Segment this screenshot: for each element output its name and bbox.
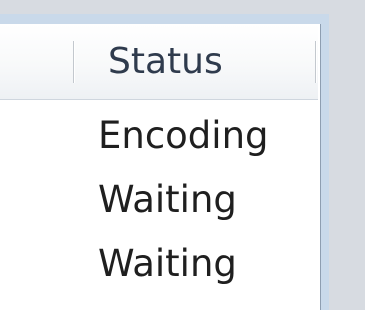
column-header-status[interactable]: Status — [75, 24, 315, 99]
list-row[interactable]: Waiting — [0, 228, 318, 292]
list-row[interactable]: Waiting — [0, 164, 318, 228]
queue-list-view[interactable]: Status Encoding Waiting Waiting — [0, 24, 321, 310]
column-header-status-label: Status — [108, 41, 223, 82]
list-row[interactable]: Encoding — [0, 100, 318, 164]
column-header-name[interactable] — [0, 24, 73, 99]
status-cell: Waiting — [98, 242, 237, 285]
window: Status Encoding Waiting Waiting — [0, 0, 365, 310]
list-rows: Encoding Waiting Waiting — [0, 100, 318, 292]
list-header: Status — [0, 24, 318, 100]
status-cell: Encoding — [98, 114, 269, 157]
status-cell: Waiting — [98, 178, 237, 221]
column-resize-handle[interactable] — [73, 41, 74, 83]
column-resize-handle[interactable] — [315, 41, 316, 83]
